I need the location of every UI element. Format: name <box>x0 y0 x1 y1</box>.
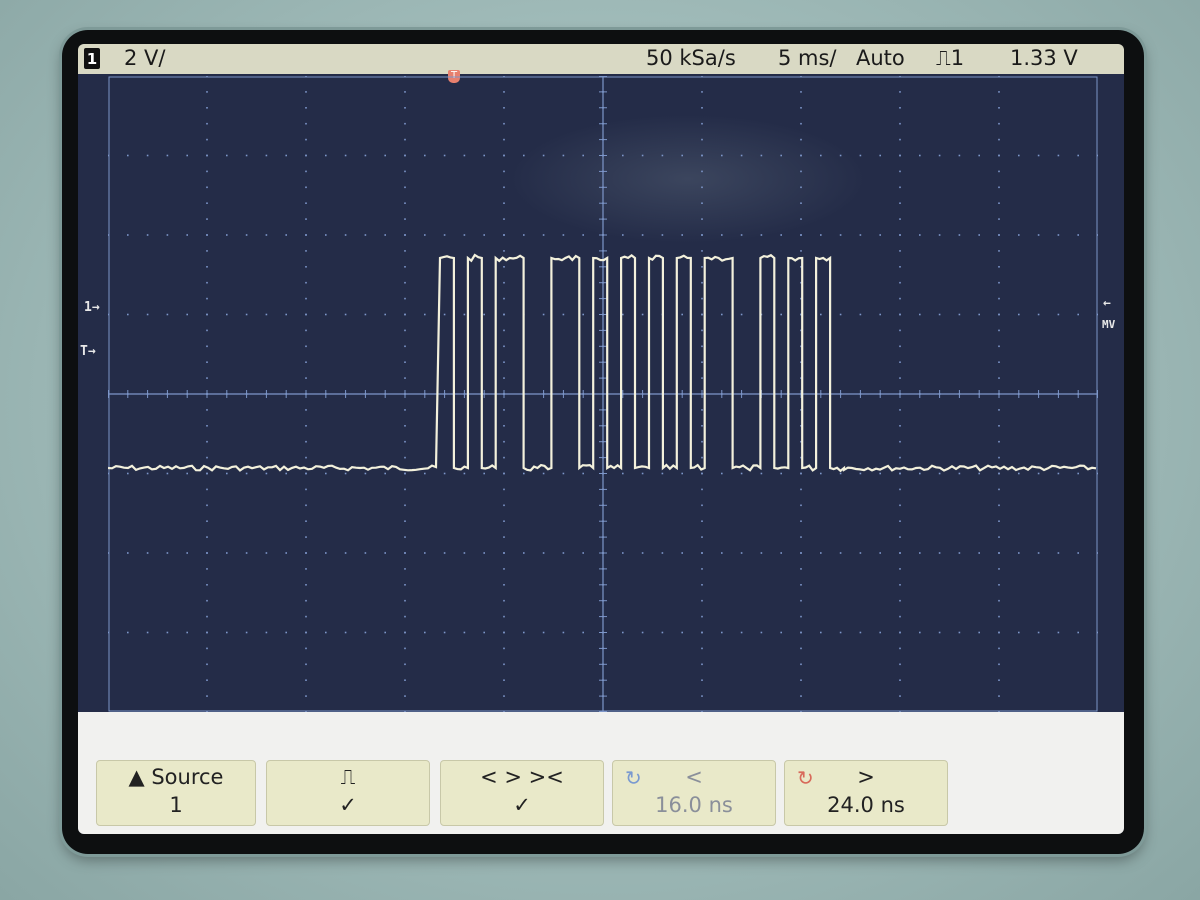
trigger-edge[interactable]: ⎍1 <box>936 46 964 71</box>
trigger-mode[interactable]: Auto <box>856 46 905 70</box>
greater-than-time-softkey[interactable]: ↻ > 24.0 ns <box>784 760 948 826</box>
source-softkey-value: 1 <box>169 793 183 817</box>
right-arrow-marker: ← <box>1103 296 1111 311</box>
greater-than-time-value: 24.0 ns <box>827 793 905 817</box>
oscilloscope-screen: 1 2 V/ 50 kSa/s 5 ms/ Auto ⎍1 1.33 V T 1… <box>78 44 1124 834</box>
source-softkey[interactable]: ▲ Source 1 <box>96 760 256 826</box>
pulse-polarity-check: ✓ <box>339 793 357 817</box>
channel-1-trace <box>108 253 1097 473</box>
status-bar: 1 2 V/ 50 kSa/s 5 ms/ Auto ⎍1 1.33 V <box>78 44 1124 74</box>
less-than-time-softkey[interactable]: ↻ < 16.0 ns <box>612 760 776 826</box>
trigger-level[interactable]: 1.33 V <box>1010 46 1078 70</box>
volts-per-div[interactable]: 2 V/ <box>124 46 165 70</box>
qualifier-softkey[interactable]: < > >< ✓ <box>440 760 604 826</box>
greater-than-symbol: > <box>857 765 875 789</box>
sample-rate: 50 kSa/s <box>646 46 736 70</box>
less-than-time-value: 16.0 ns <box>655 793 733 817</box>
trigger-level-marker[interactable]: T→ <box>80 344 96 359</box>
ground-marker-ch1[interactable]: 1→ <box>84 300 100 315</box>
channel-badge[interactable]: 1 <box>84 48 100 69</box>
softkey-bar: ▲ Source 1 ⎍ ✓ < > >< ✓ ↻ < 16.0 ns ↻ > … <box>78 712 1124 834</box>
pulse-polarity-softkey[interactable]: ⎍ ✓ <box>266 760 430 826</box>
graticule <box>108 76 1098 712</box>
less-than-symbol: < <box>685 765 703 789</box>
qualifier-check: ✓ <box>513 793 531 817</box>
right-scale-label: MV <box>1102 318 1116 331</box>
qualifier-options: < > >< <box>480 765 564 789</box>
time-per-div[interactable]: 5 ms/ <box>778 46 837 70</box>
waveform-grid <box>108 76 1098 712</box>
pulse-polarity-icon: ⎍ <box>340 765 356 789</box>
source-softkey-label: ▲ Source <box>128 765 224 789</box>
